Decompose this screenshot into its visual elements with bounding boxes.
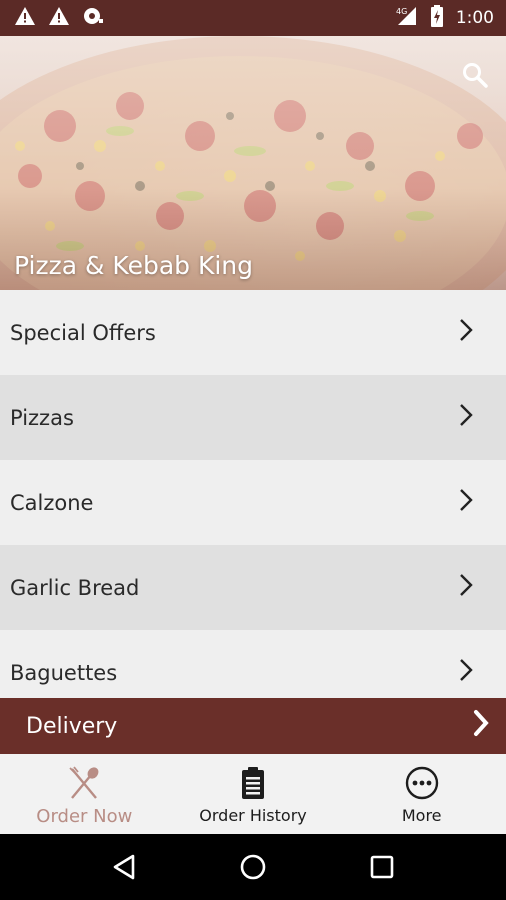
menu-item-calzone[interactable]: Calzone: [0, 460, 506, 545]
back-icon[interactable]: [104, 847, 144, 887]
hero-banner: Pizza & Kebab King: [0, 36, 506, 290]
battery-icon: [430, 5, 444, 31]
more-icon: [404, 766, 440, 800]
menu-item-label: Garlic Bread: [10, 575, 140, 600]
home-icon[interactable]: [233, 847, 273, 887]
status-time: 1:00: [455, 8, 494, 28]
clipboard-icon: [235, 766, 271, 800]
recents-icon[interactable]: [362, 847, 402, 887]
tab-label: More: [401, 806, 442, 825]
chevron-right-icon: [472, 709, 490, 743]
menu-item-label: Baguettes: [10, 660, 118, 685]
android-nav-bar: [0, 834, 506, 900]
menu-item-label: Pizzas: [10, 405, 74, 430]
menu-item-garlic-bread[interactable]: Garlic Bread: [0, 545, 506, 630]
restaurant-title: Pizza & Kebab King: [14, 251, 254, 280]
tab-label: Order History: [199, 806, 307, 825]
delivery-label: Delivery: [26, 713, 118, 739]
tab-more[interactable]: More: [337, 754, 506, 834]
status-right: 4G 1:00: [394, 5, 494, 31]
status-bar: 4G 1:00: [0, 0, 506, 36]
chevron-right-icon: [458, 572, 474, 603]
search-icon[interactable]: [460, 60, 490, 90]
menu-list: Special Offers Pizzas Calzone Garlic Bre…: [0, 290, 506, 698]
warning-icon: [48, 6, 70, 30]
chevron-right-icon: [458, 317, 474, 348]
chevron-right-icon: [458, 487, 474, 518]
menu-item-label: Calzone: [10, 490, 94, 515]
camera-icon: [82, 6, 104, 30]
menu-item-baguettes[interactable]: Baguettes: [0, 630, 506, 698]
tab-order-history[interactable]: Order History: [169, 754, 338, 834]
delivery-bar[interactable]: Delivery: [0, 698, 506, 754]
bottom-tab-bar: Order Now Order History More: [0, 754, 506, 834]
menu-item-special-offers[interactable]: Special Offers: [0, 290, 506, 375]
menu-item-pizzas[interactable]: Pizzas: [0, 375, 506, 460]
fork-spoon-icon: [66, 766, 102, 800]
chevron-right-icon: [458, 402, 474, 433]
network-label: 4G: [396, 7, 407, 16]
tab-label: Order Now: [36, 806, 133, 827]
signal-icon: 4G: [394, 5, 418, 31]
status-left: [14, 6, 104, 30]
tab-order-now[interactable]: Order Now: [0, 754, 169, 834]
chevron-right-icon: [458, 657, 474, 688]
warning-icon: [14, 6, 36, 30]
menu-item-label: Special Offers: [10, 320, 156, 345]
